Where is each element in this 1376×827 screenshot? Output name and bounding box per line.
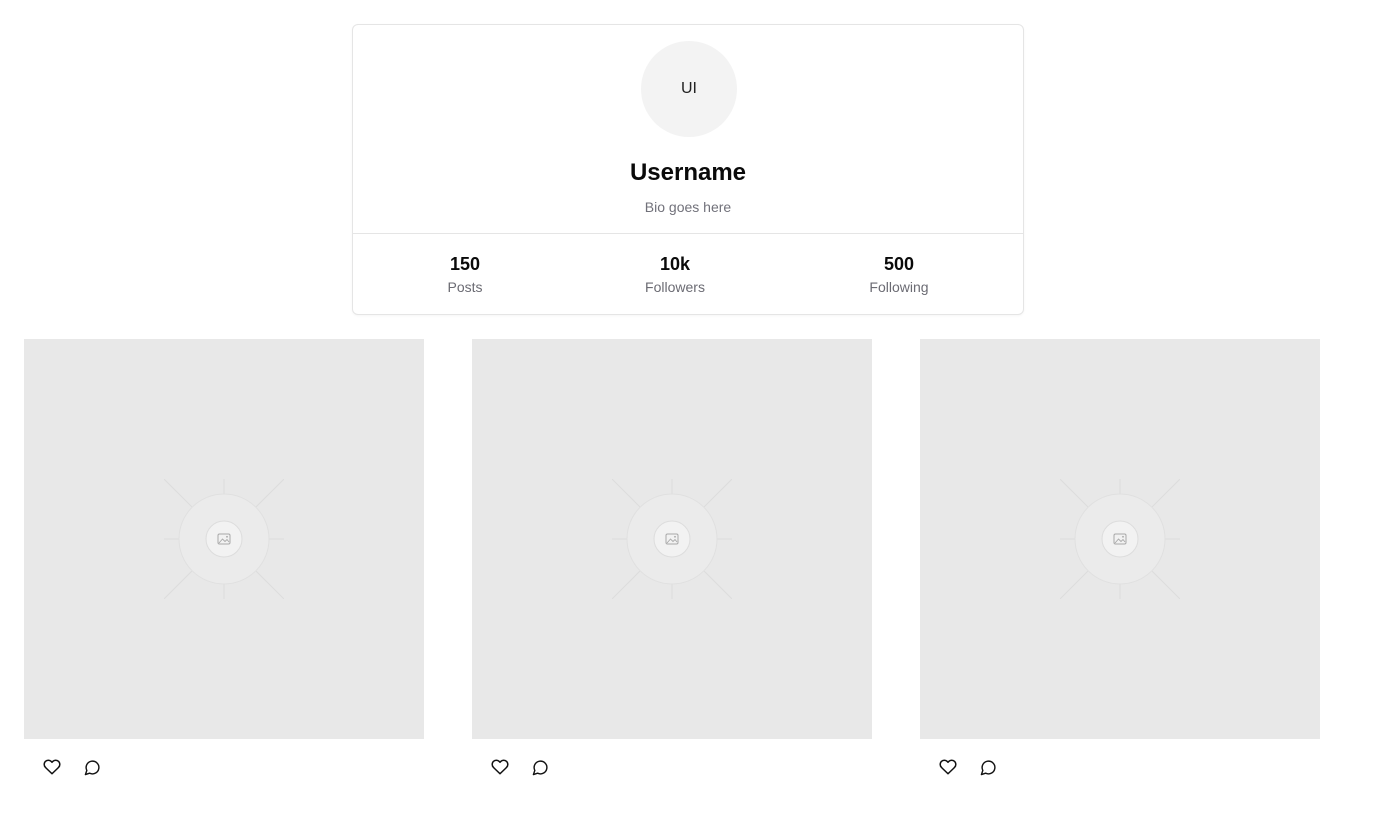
post-actions (920, 739, 1320, 795)
post-actions (24, 739, 424, 795)
like-button[interactable] (42, 757, 62, 777)
stat-posts-value: 150 (449, 254, 481, 274)
image-placeholder-icon (164, 479, 284, 599)
stat-posts-label: Posts (447, 279, 483, 295)
heart-icon (491, 759, 509, 775)
stat-posts[interactable]: 150 Posts (405, 253, 525, 297)
comment-button[interactable] (82, 757, 102, 777)
post-image[interactable] (24, 339, 424, 739)
post-image[interactable] (472, 339, 872, 739)
like-button[interactable] (490, 757, 510, 777)
bio: Bio goes here (644, 199, 732, 215)
comment-icon (84, 759, 100, 775)
stat-followers-value: 10k (659, 254, 691, 274)
stat-following[interactable]: 500 Following (839, 253, 959, 297)
stat-followers[interactable]: 10k Followers (615, 253, 735, 297)
avatar[interactable]: UI (641, 41, 737, 137)
image-placeholder-icon (612, 479, 732, 599)
comment-icon (532, 759, 548, 775)
stat-following-value: 500 (883, 254, 915, 274)
post-card (920, 339, 1320, 795)
profile-page: UI Username Bio goes here 150 Posts 10k … (0, 0, 1376, 827)
like-button[interactable] (938, 757, 958, 777)
post-card (472, 339, 872, 795)
profile-card: UI Username Bio goes here 150 Posts 10k … (352, 24, 1024, 315)
heart-icon (43, 759, 61, 775)
username: Username (629, 159, 747, 186)
stat-following-label: Following (869, 279, 929, 295)
stat-followers-label: Followers (645, 279, 705, 295)
comment-button[interactable] (530, 757, 550, 777)
avatar-initials: UI (681, 80, 697, 97)
post-image[interactable] (920, 339, 1320, 739)
divider (353, 233, 1023, 234)
heart-icon (939, 759, 957, 775)
comment-icon (980, 759, 996, 775)
post-card (24, 339, 424, 795)
image-placeholder-icon (1060, 479, 1180, 599)
post-actions (472, 739, 872, 795)
comment-button[interactable] (978, 757, 998, 777)
